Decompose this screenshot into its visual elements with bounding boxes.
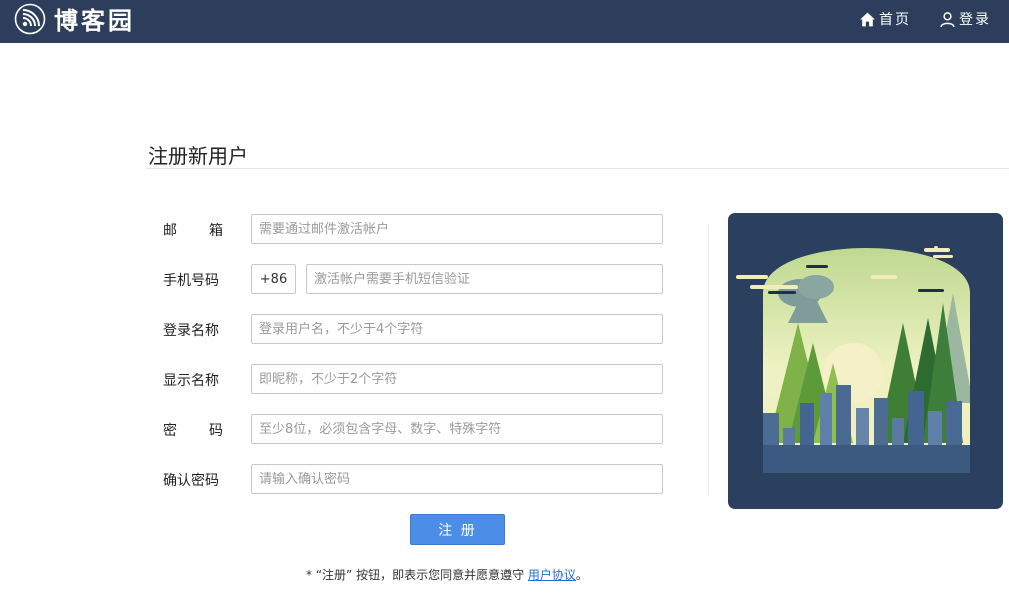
login-name-label: 登录名称 <box>163 323 219 339</box>
email-label-part-2: 箱 <box>209 223 223 239</box>
password-label-part-2: 码 <box>209 423 223 439</box>
confirm-password-row: 确认密码 <box>163 464 663 494</box>
password-label-part-1: 密 <box>163 423 177 439</box>
user-icon <box>940 11 955 27</box>
forest-illustration <box>728 213 1003 509</box>
top-nav: 首页 登录 <box>831 8 991 30</box>
agreement-suffix: 。 <box>575 568 588 582</box>
login-name-row: 登录名称 <box>163 314 663 344</box>
top-header: 博客园 首页 登录 <box>0 0 1009 43</box>
agreement-text: * “注册” 按钮，即表示您同意并愿意遵守 <box>306 568 528 582</box>
agreement-note: * “注册” 按钮，即表示您同意并愿意遵守 用户协议。 <box>306 566 588 583</box>
logo[interactable]: 博客园 <box>14 2 135 35</box>
display-name-label: 显示名称 <box>163 373 219 389</box>
confirm-password-field[interactable] <box>251 464 663 494</box>
phone-country-code[interactable]: +86 <box>251 264 296 294</box>
password-label: 密 码 <box>163 420 223 440</box>
phone-row: 手机号码 +86 <box>163 264 663 294</box>
nav-home[interactable]: 首页 <box>859 8 911 30</box>
display-name-field[interactable] <box>251 364 663 394</box>
confirm-password-label: 确认密码 <box>163 473 219 489</box>
email-label: 邮 箱 <box>163 220 223 240</box>
nav-home-label: 首页 <box>879 12 911 28</box>
user-agreement-link[interactable]: 用户协议 <box>528 568 576 582</box>
email-field[interactable] <box>251 214 663 244</box>
rss-logo-icon <box>14 3 46 34</box>
phone-label: 手机号码 <box>163 273 219 289</box>
password-row: 密 码 <box>163 414 663 444</box>
login-name-field[interactable] <box>251 314 663 344</box>
password-field[interactable] <box>251 414 663 444</box>
register-button[interactable]: 注 册 <box>410 514 505 545</box>
logo-text: 博客园 <box>54 7 135 35</box>
email-row: 邮 箱 <box>163 214 663 244</box>
phone-field[interactable] <box>306 264 663 294</box>
page-title: 注册新用户 <box>148 144 248 168</box>
vertical-divider <box>708 225 709 495</box>
home-icon <box>860 12 875 26</box>
title-divider <box>146 168 1009 169</box>
nav-login[interactable]: 登录 <box>939 8 991 30</box>
nav-login-label: 登录 <box>959 12 991 28</box>
email-label-part-1: 邮 <box>163 223 177 239</box>
display-name-row: 显示名称 <box>163 364 663 394</box>
